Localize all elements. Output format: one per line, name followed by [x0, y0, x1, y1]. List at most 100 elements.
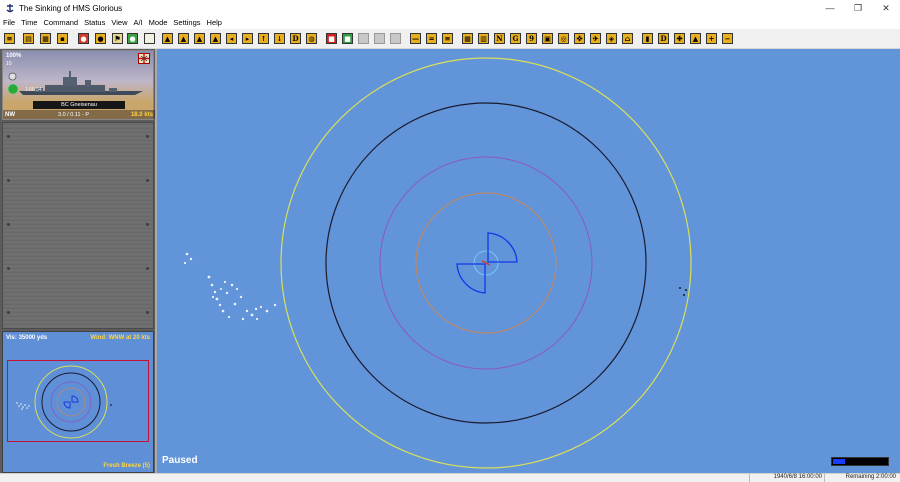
title-bar: The Sinking of HMS Glorious — ❐ ✕: [0, 0, 900, 16]
game-window: The Sinking of HMS Glorious — ❐ ✕ File T…: [0, 0, 900, 482]
minimize-button[interactable]: —: [816, 0, 844, 16]
report-icon[interactable]: ▦: [40, 33, 51, 44]
restore-button[interactable]: ❐: [844, 0, 872, 16]
ship-subline: 10: [6, 61, 12, 67]
fleet-icon[interactable]: ≡: [4, 33, 15, 44]
damage-control-button[interactable]: D: [290, 33, 301, 44]
formation-icon[interactable]: ▦: [462, 33, 473, 44]
menu-mode[interactable]: Mode: [149, 18, 168, 27]
blank-icon[interactable]: [144, 33, 155, 44]
ship-health: 100%: [6, 53, 22, 59]
rivet: [7, 311, 10, 314]
ship-silhouette-icon: [19, 71, 143, 95]
firing-arc-forward: [487, 232, 518, 263]
menu-file[interactable]: File: [3, 18, 15, 27]
ship-position: 3.0 / 0.11 - P: [58, 112, 90, 118]
minimap-view[interactable]: [7, 360, 149, 442]
minus-icon[interactable]: −: [722, 33, 733, 44]
torpedo-right-icon[interactable]: ▸: [242, 33, 253, 44]
status-green-icon: [8, 84, 18, 94]
rivet: [146, 223, 149, 226]
guns-down-icon[interactable]: ↓: [274, 33, 285, 44]
menu-view[interactable]: View: [111, 18, 127, 27]
signal-icon[interactable]: ●: [95, 33, 106, 44]
ship-speed: 18.0 kts: [130, 112, 153, 118]
disabled-c-icon: [390, 33, 401, 44]
target-icon[interactable]: ●: [78, 33, 89, 44]
menu-help[interactable]: Help: [207, 18, 222, 27]
firing-arc-aft: [456, 263, 486, 294]
rivet: [7, 267, 10, 270]
ship-icon[interactable]: ◈: [606, 33, 617, 44]
menu-bar: File Time Command Status View A/I Mode S…: [0, 16, 900, 29]
sim-status: Paused: [162, 455, 198, 466]
ship-card[interactable]: 100% 10 1:08:54 BC Gneisenau NW 3.0 / 0.…: [2, 50, 155, 120]
radio-icon[interactable]: ●: [127, 33, 138, 44]
turret-c-icon[interactable]: ▲: [194, 33, 205, 44]
tactical-map[interactable]: Paused: [157, 49, 900, 473]
convoy-icon[interactable]: ⌂: [622, 33, 633, 44]
status-datetime: 1940/6/8 16:00:00: [773, 474, 822, 480]
toolbar: ≡ ▤ ▦ ▪ ● ● ⚑ ● ▲ ▲ ▲ ▲ ◂ ▸ ↑ ↓ D ◍ ■ ■ …: [0, 29, 900, 49]
plus-icon[interactable]: +: [706, 33, 717, 44]
menu-command[interactable]: Command: [43, 18, 78, 27]
marker-icon[interactable]: ▲: [690, 33, 701, 44]
menu-ai[interactable]: A/I: [133, 18, 142, 27]
detail-button[interactable]: D: [658, 33, 669, 44]
union-flag-icon[interactable]: ✚: [674, 33, 685, 44]
ship-name: BC Gneisenau: [33, 101, 125, 109]
ensign-flag-icon[interactable]: [138, 53, 150, 64]
disabled-a-icon: [358, 33, 369, 44]
ship-card-footer: NW 3.0 / 0.11 - P 18.0 kts: [3, 110, 155, 119]
ship-time: 1:08:54: [25, 87, 42, 93]
north-up-button[interactable]: N: [494, 33, 505, 44]
save-icon[interactable]: ▪: [57, 33, 68, 44]
rivet: [7, 135, 10, 138]
range-icon[interactable]: ▣: [542, 33, 553, 44]
zoom-bar[interactable]: [831, 457, 889, 466]
torpedo-left-icon[interactable]: ◂: [226, 33, 237, 44]
rivet: [7, 223, 10, 226]
menu-status[interactable]: Status: [84, 18, 105, 27]
anchor-icon: [4, 3, 15, 14]
green-alert-icon[interactable]: ■: [342, 33, 353, 44]
minimap-panel: Vis: 35000 yds Wind: WNW at 20 kts Fresh…: [2, 331, 154, 473]
rivet: [146, 135, 149, 138]
guns-up-icon[interactable]: ↑: [258, 33, 269, 44]
zoom-bar-fill: [833, 459, 845, 464]
rivet: [7, 179, 10, 182]
status-remaining: Remaining 2:00:00: [845, 474, 896, 480]
tactical-map-canvas: [183, 57, 692, 469]
grid-toggle-button[interactable]: G: [510, 33, 521, 44]
status-separator: [749, 474, 750, 482]
speed-half-icon[interactable]: =: [426, 33, 437, 44]
rivet: [146, 311, 149, 314]
menu-time[interactable]: Time: [21, 18, 37, 27]
nine-button[interactable]: 9: [526, 33, 537, 44]
red-alert-icon[interactable]: ■: [326, 33, 337, 44]
compass-icon[interactable]: ✜: [574, 33, 585, 44]
close-button[interactable]: ✕: [872, 0, 900, 16]
distant-contacts: [679, 287, 687, 296]
circle-icon[interactable]: ◎: [558, 33, 569, 44]
flag-icon[interactable]: ⚑: [112, 33, 123, 44]
disabled-b-icon: [374, 33, 385, 44]
turret-b-icon[interactable]: ▲: [178, 33, 189, 44]
radar-icon: [8, 72, 17, 81]
menu-settings[interactable]: Settings: [173, 18, 200, 27]
speed-full-icon[interactable]: ≡: [442, 33, 453, 44]
speed-slow-icon[interactable]: —: [410, 33, 421, 44]
document-icon[interactable]: ▤: [23, 33, 34, 44]
rivet: [146, 267, 149, 270]
rivet: [146, 179, 149, 182]
aircraft-icon[interactable]: ✈: [590, 33, 601, 44]
left-panel: 100% 10 1:08:54 BC Gneisenau NW 3.0 / 0.…: [0, 49, 157, 473]
window-title: The Sinking of HMS Glorious: [19, 3, 123, 13]
turret-d-icon[interactable]: ▲: [210, 33, 221, 44]
status-bar: 1940/6/8 16:00:00 Remaining 2:00:00: [0, 473, 900, 482]
ship-heading: NW: [5, 112, 15, 118]
lamp-icon[interactable]: ▮: [642, 33, 653, 44]
smoke-icon[interactable]: ◍: [306, 33, 317, 44]
turret-a-icon[interactable]: ▲: [162, 33, 173, 44]
grid-icon[interactable]: ▥: [478, 33, 489, 44]
